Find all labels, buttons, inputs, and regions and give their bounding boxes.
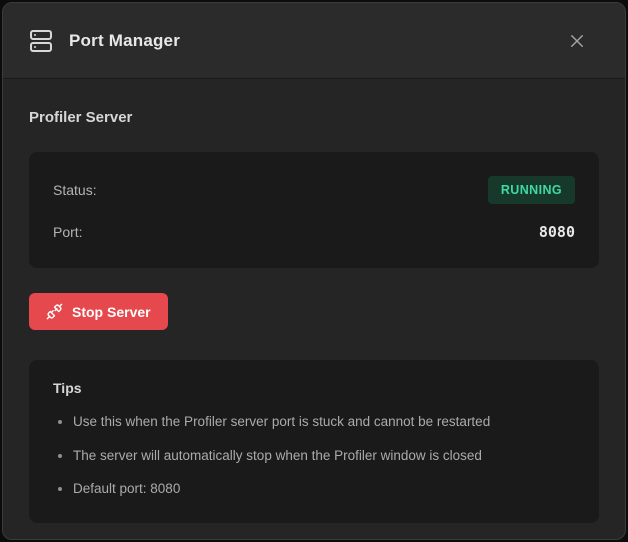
tip-item: Default port: 8080 xyxy=(73,479,575,499)
tip-item: Use this when the Profiler server port i… xyxy=(73,412,575,432)
dialog-title: Port Manager xyxy=(69,31,180,51)
port-manager-dialog: Port Manager Profiler Server Status: RUN… xyxy=(2,2,626,540)
dialog-titlebar[interactable]: Port Manager xyxy=(3,3,625,79)
port-row: Port: 8080 xyxy=(53,220,575,244)
close-icon xyxy=(568,32,586,50)
port-value: 8080 xyxy=(539,223,575,241)
section-heading-profiler-server: Profiler Server xyxy=(29,109,599,126)
tips-list: Use this when the Profiler server port i… xyxy=(53,412,575,499)
unplug-icon xyxy=(46,303,63,320)
stop-server-button[interactable]: Stop Server xyxy=(29,293,168,330)
status-label: Status: xyxy=(53,182,97,198)
tips-heading: Tips xyxy=(53,380,575,396)
close-button[interactable] xyxy=(563,27,591,55)
dialog-content: Profiler Server Status: RUNNING Port: 80… xyxy=(3,79,625,539)
status-badge: RUNNING xyxy=(488,176,575,204)
tip-item: The server will automatically stop when … xyxy=(73,446,575,466)
stop-server-label: Stop Server xyxy=(72,304,151,320)
port-label: Port: xyxy=(53,224,83,240)
server-status-panel: Status: RUNNING Port: 8080 xyxy=(29,152,599,268)
status-row: Status: RUNNING xyxy=(53,176,575,204)
tips-panel: Tips Use this when the Profiler server p… xyxy=(29,360,599,523)
server-icon xyxy=(29,29,53,53)
